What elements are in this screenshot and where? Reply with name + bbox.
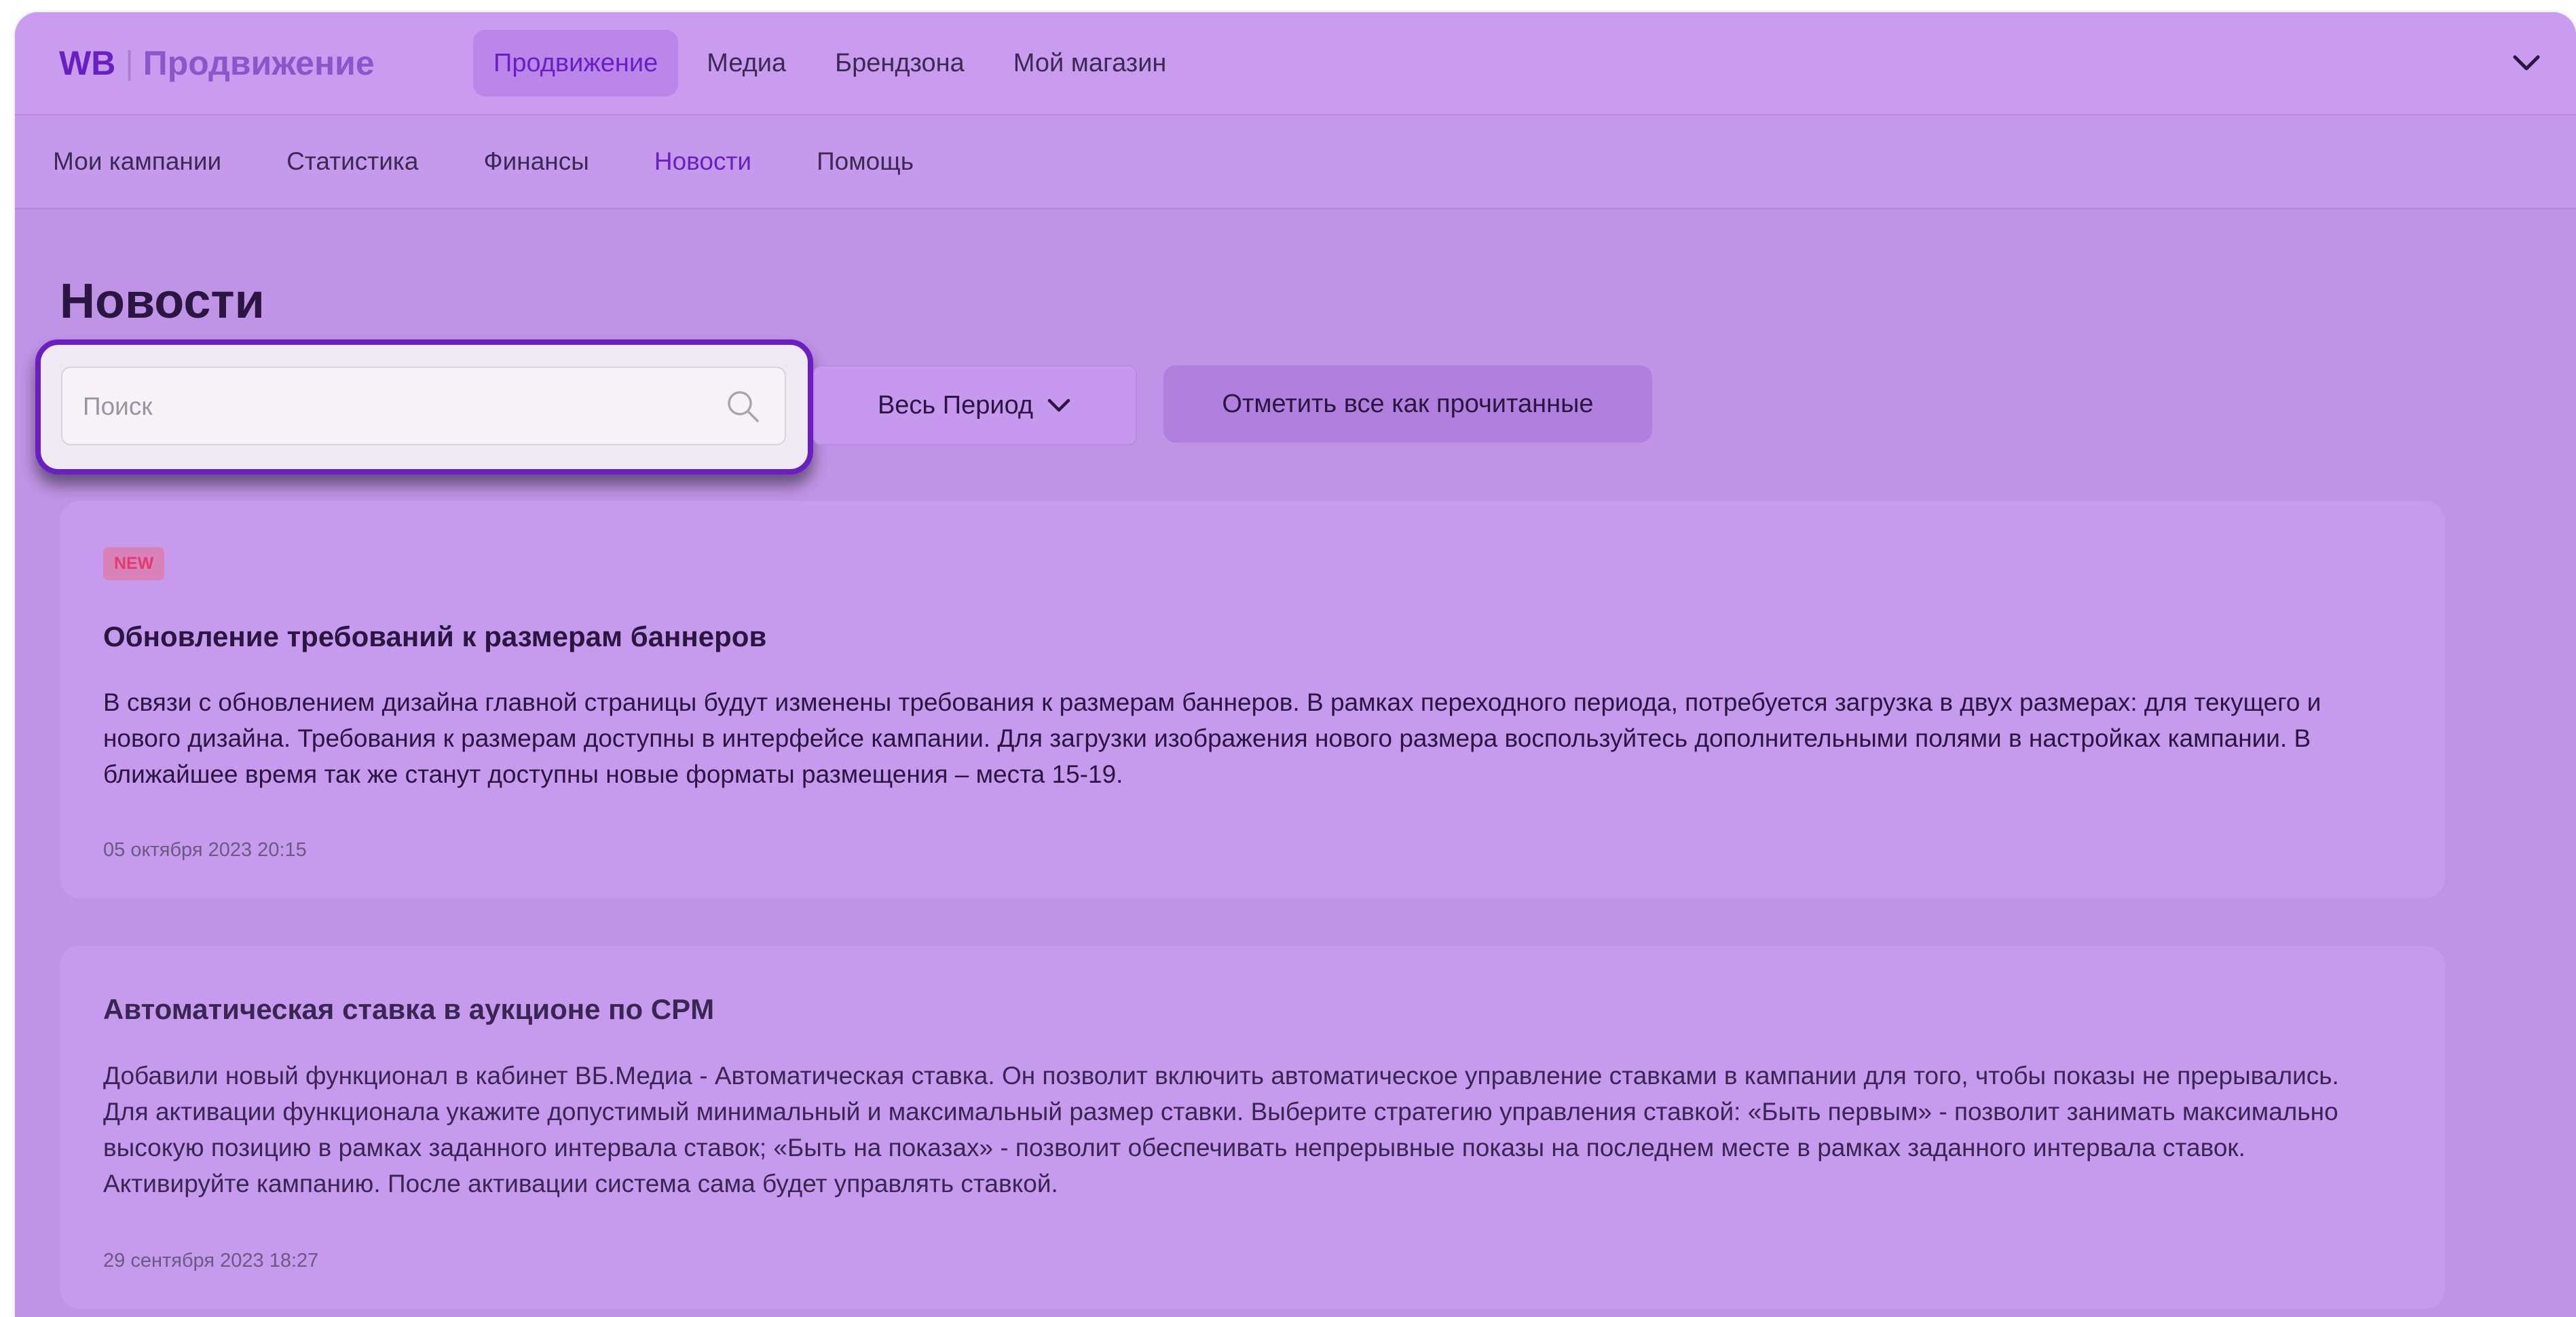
logo-separator: |: [125, 45, 134, 81]
search-input[interactable]: [81, 368, 709, 445]
sub-nav: Мои кампании Статистика Финансы Новости …: [15, 115, 2576, 209]
chevron-down-icon: [1047, 398, 1070, 412]
top-nav: Продвижение Медиа Брендзона Мой магазин: [473, 30, 1195, 96]
sub-nav-item-help[interactable]: Помощь: [817, 147, 914, 176]
mark-all-read-button[interactable]: Отметить все как прочитанные: [1163, 365, 1652, 443]
browser-window: WB | Продвижение Продвижение Медиа Бренд…: [15, 12, 2576, 1317]
search-highlight-frame: [35, 339, 813, 475]
news-title[interactable]: Обновление требований к размерам баннеро…: [103, 620, 766, 653]
top-nav-item-my-shop[interactable]: Мой магазин: [993, 30, 1187, 96]
chevron-down-icon[interactable]: [2509, 48, 2543, 77]
news-card[interactable]: NEW Обновление требований к размерам бан…: [60, 501, 2445, 898]
news-date: 05 октября 2023 20:15: [103, 839, 307, 861]
logo-brand: WB: [59, 44, 116, 82]
new-badge: NEW: [103, 547, 165, 580]
sub-nav-item-my-campaigns[interactable]: Мои кампании: [53, 147, 221, 176]
news-title[interactable]: Автоматическая ставка в аукционе по CPM: [103, 993, 714, 1026]
sub-nav-item-finance[interactable]: Финансы: [484, 147, 589, 176]
logo[interactable]: WB | Продвижение: [59, 39, 375, 87]
news-card[interactable]: Автоматическая ставка в аукционе по CPM …: [60, 946, 2445, 1309]
search-icon[interactable]: [724, 387, 762, 425]
news-date: 29 сентября 2023 18:27: [103, 1250, 319, 1272]
period-label: Весь Период: [877, 390, 1034, 420]
top-nav-item-media[interactable]: Медиа: [686, 30, 806, 96]
top-nav-item-promotion[interactable]: Продвижение: [473, 30, 679, 96]
search-box[interactable]: [61, 367, 786, 445]
screen: WB | Продвижение Продвижение Медиа Бренд…: [0, 0, 2576, 1317]
page-title: Новости: [60, 274, 265, 329]
main-content: Новости Весь Период Отметить все как про…: [15, 209, 2576, 1317]
news-body: Добавили новый функционал в кабинет ВБ.М…: [103, 1062, 2339, 1198]
period-dropdown[interactable]: Весь Период: [813, 365, 1137, 445]
sub-nav-item-news[interactable]: Новости: [654, 147, 751, 176]
top-bar: WB | Продвижение Продвижение Медиа Бренд…: [15, 12, 2576, 115]
top-nav-item-brandzone[interactable]: Брендзона: [815, 30, 985, 96]
sub-nav-item-statistics[interactable]: Статистика: [286, 147, 418, 176]
news-body: В связи с обновлением дизайна главной ст…: [103, 688, 2321, 788]
logo-name: Продвижение: [143, 44, 375, 82]
